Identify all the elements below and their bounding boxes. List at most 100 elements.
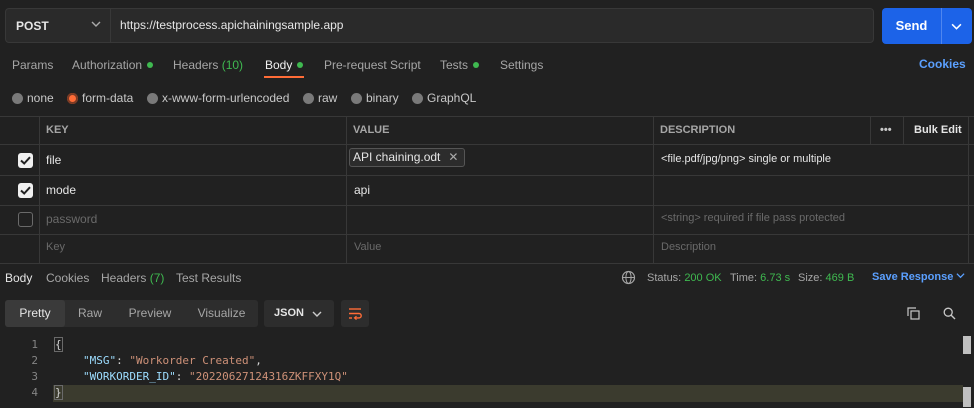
headers-count: (10) [221, 58, 244, 72]
chevron-down-icon[interactable] [951, 21, 962, 32]
globe-icon[interactable] [621, 270, 636, 285]
file-name: API chaining.odt [353, 150, 441, 164]
column-header-key: KEY [46, 124, 69, 136]
code-brace: } [54, 385, 63, 400]
radio-icon [147, 92, 158, 104]
line-number: 3 [31, 370, 38, 383]
cookies-link[interactable]: Cookies [919, 57, 966, 71]
indicator-dot-icon [473, 62, 480, 68]
tab-response-cookies[interactable]: Cookies [46, 271, 89, 285]
view-preview[interactable]: Preview [115, 300, 185, 327]
time-value[interactable]: 6.73 s [760, 272, 790, 284]
time-readout: Time: 6.73 s [730, 272, 790, 284]
divider [870, 116, 871, 144]
form-data-table: KEY VALUE DESCRIPTION ••• Bulk Edit file… [0, 116, 974, 263]
bulk-edit-button[interactable]: Bulk Edit [914, 124, 962, 136]
divider [39, 116, 40, 263]
chevron-down-icon [956, 273, 965, 279]
radio-graphql[interactable]: GraphQL [412, 91, 476, 105]
description-input[interactable]: Description [661, 241, 716, 253]
tab-response-headers[interactable]: Headers (7) [101, 271, 164, 285]
tab-tests[interactable]: Tests [440, 57, 480, 73]
divider [0, 116, 974, 117]
format-label: JSON [274, 307, 304, 319]
method-select[interactable]: POST [6, 9, 111, 42]
column-header-value: VALUE [353, 124, 390, 136]
column-header-description: DESCRIPTION [660, 124, 736, 136]
indicator-dot-icon [147, 62, 154, 68]
divider [346, 116, 347, 263]
radio-icon [12, 92, 23, 104]
row-description[interactable]: <string> required if file pass protected [661, 212, 845, 224]
radio-icon [412, 92, 423, 104]
tab-prerequest-script[interactable]: Pre-request Script [324, 57, 421, 73]
tab-headers[interactable]: Headers (10) [173, 57, 243, 73]
radio-raw[interactable]: raw [303, 91, 337, 105]
radio-icon [303, 92, 314, 104]
divider [653, 116, 654, 263]
wrap-lines-icon [349, 308, 362, 320]
json-key: "MSG" [83, 354, 117, 367]
headers-count: (7) [149, 271, 165, 285]
scrollbar-thumb[interactable] [963, 336, 971, 354]
save-response-button[interactable]: Save Response [872, 271, 965, 283]
send-button[interactable]: Send [882, 8, 972, 44]
view-mode-selector: Pretty Raw Preview Visualize [5, 300, 258, 327]
save-response-label: Save Response [872, 271, 954, 283]
status-value[interactable]: 200 OK [684, 272, 721, 284]
send-label: Send [895, 18, 928, 33]
radio-label: none [27, 91, 54, 105]
more-options-icon[interactable]: ••• [880, 124, 892, 136]
file-chip[interactable]: API chaining.odt ✕ [349, 148, 466, 167]
code-line: "WORKORDER_ID": "20220627124316ZKFFXY1Q" [83, 370, 348, 383]
current-line-highlight [53, 385, 963, 402]
tab-body[interactable]: Body [265, 57, 304, 73]
row-key[interactable]: mode [46, 183, 76, 197]
send-divider [941, 8, 942, 44]
wrap-lines-button[interactable] [341, 300, 369, 327]
json-key: "WORKORDER_ID" [83, 370, 176, 383]
row-checkbox[interactable] [18, 153, 33, 168]
tab-test-results[interactable]: Test Results [176, 271, 241, 285]
line-number: 4 [31, 386, 38, 399]
tab-settings[interactable]: Settings [500, 57, 543, 73]
size-label: Size: [798, 272, 823, 284]
value-input[interactable]: Value [354, 241, 381, 253]
row-checkbox[interactable] [18, 183, 33, 198]
tab-response-body[interactable]: Body [5, 271, 32, 285]
radio-selected-icon [67, 92, 78, 104]
view-pretty[interactable]: Pretty [5, 300, 65, 327]
format-select[interactable]: JSON [264, 300, 334, 327]
divider [903, 116, 904, 144]
tab-params[interactable]: Params [12, 57, 53, 73]
radio-x-www-form-urlencoded[interactable]: x-www-form-urlencoded [147, 91, 289, 105]
line-number: 1 [31, 338, 38, 351]
url-input[interactable]: https://testprocess.apichainingsample.ap… [120, 9, 343, 42]
radio-icon [351, 92, 362, 104]
tab-authorization[interactable]: Authorization [72, 57, 154, 73]
time-label: Time: [730, 272, 758, 284]
check-icon [20, 156, 31, 165]
radio-form-data[interactable]: form-data [67, 91, 133, 105]
close-icon[interactable]: ✕ [448, 150, 458, 164]
search-icon[interactable] [943, 307, 956, 320]
key-input[interactable]: Key [46, 241, 65, 253]
divider [0, 234, 974, 235]
row-checkbox[interactable] [18, 212, 33, 227]
radio-label: x-www-form-urlencoded [162, 91, 290, 105]
radio-label: raw [318, 91, 338, 105]
row-key[interactable]: password [46, 212, 97, 226]
view-visualize[interactable]: Visualize [185, 300, 258, 327]
radio-binary[interactable]: binary [351, 91, 399, 105]
request-bar: POST https://testprocess.apichainingsamp… [5, 8, 874, 43]
indicator-dot-icon [297, 62, 304, 68]
row-key[interactable]: file [46, 153, 61, 167]
method-label: POST [16, 18, 49, 33]
copy-icon[interactable] [907, 307, 920, 320]
radio-none[interactable]: none [12, 91, 54, 105]
row-description[interactable]: <file.pdf/jpg/png> single or multiple [661, 153, 831, 165]
scrollbar-thumb[interactable] [963, 387, 971, 407]
row-value[interactable]: api [354, 183, 370, 197]
view-raw[interactable]: Raw [65, 300, 115, 327]
size-value[interactable]: 469 B [826, 272, 855, 284]
